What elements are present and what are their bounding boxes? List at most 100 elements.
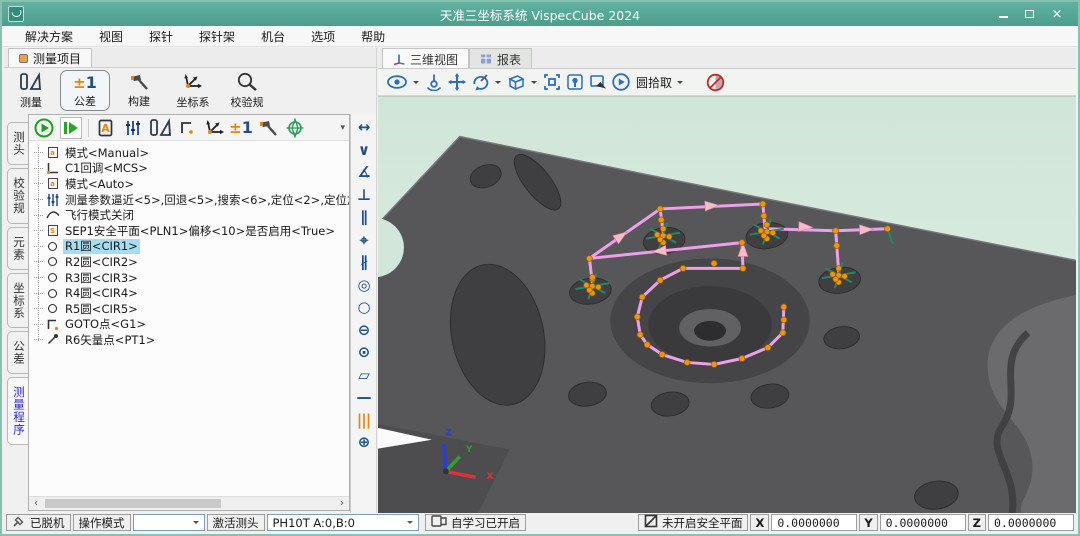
pick-mode-label[interactable]: 圆拾取: [636, 74, 672, 91]
orbit-icon[interactable]: [424, 71, 444, 93]
menu-item-6[interactable]: 选项: [298, 26, 348, 47]
tree-item[interactable]: R6矢量点<PT1>: [34, 332, 349, 348]
parallelism-icon[interactable]: ∥: [360, 209, 367, 225]
tolerance-icon[interactable]: ±1: [230, 117, 252, 139]
tab-3d-view[interactable]: 三维视图: [382, 48, 469, 68]
distance-icon[interactable]: ↔: [358, 119, 370, 135]
construct-icon[interactable]: [257, 117, 279, 139]
play-measure-icon[interactable]: [611, 71, 631, 93]
chevron-down-icon[interactable]: [677, 81, 683, 87]
tolerance-button[interactable]: ±1公差: [60, 70, 110, 111]
tree-item[interactable]: a模式<Auto>: [34, 176, 349, 192]
side-tab-3[interactable]: 元素: [7, 227, 28, 270]
verify-icon[interactable]: [284, 117, 306, 139]
side-tab-6[interactable]: 测量程序: [7, 377, 28, 445]
chevron-down-icon: [407, 521, 413, 527]
cylindricity-icon[interactable]: ⊖: [358, 322, 370, 338]
restore-button[interactable]: [1025, 10, 1034, 18]
side-tab-2[interactable]: 校验规: [7, 168, 28, 224]
circle-icon: [45, 273, 60, 282]
tree-item[interactable]: SSEP1安全平面<PLN1>偏移<10>是否启用<True>: [34, 223, 349, 239]
disable-probe-icon[interactable]: [705, 71, 725, 93]
scroll-left-icon[interactable]: ‹: [29, 497, 43, 510]
tree-item[interactable]: R5圆<CIR5>: [34, 301, 349, 317]
active-probe-select[interactable]: PH10T A:0,B:0: [267, 514, 419, 531]
coordinate-system-button[interactable]: 坐标系: [168, 70, 218, 111]
side-tab-5[interactable]: 公差: [7, 331, 28, 374]
tree-connector: [34, 215, 43, 216]
gauge-button[interactable]: 校验规: [222, 70, 272, 111]
goto-point-icon[interactable]: [176, 117, 198, 139]
path-waypoint: [659, 352, 665, 358]
tab-measurement-project[interactable]: 测量项目: [8, 48, 92, 67]
menu-item-2[interactable]: 视图: [86, 26, 136, 47]
cube-view-icon[interactable]: [506, 71, 526, 93]
minimize-button[interactable]: [999, 11, 1008, 18]
angle-v-icon[interactable]: ∨: [358, 142, 369, 158]
coordinate-system-icon[interactable]: [203, 117, 225, 139]
tree-item[interactable]: R4圆<CIR4>: [34, 285, 349, 301]
tree-item[interactable]: a模式<Manual>: [34, 145, 349, 161]
window-title: 天准三坐标系统 VispecCube 2024: [2, 5, 1078, 24]
path-waypoint: [833, 228, 839, 234]
3d-viewport[interactable]: XYZ: [378, 96, 1076, 513]
menu-item-5[interactable]: 机台: [248, 26, 298, 47]
runout-icon[interactable]: ⊙: [358, 344, 370, 360]
tree-item[interactable]: GOTO点<G1>: [34, 317, 349, 333]
toolbar-overflow-icon[interactable]: ▾: [340, 123, 345, 133]
fit-view-icon[interactable]: [542, 71, 562, 93]
measure-params-icon[interactable]: [122, 117, 144, 139]
offline-icon: [12, 514, 26, 531]
menu-item-3[interactable]: 探针: [136, 26, 186, 47]
menu-item-7[interactable]: 帮助: [348, 26, 398, 47]
angularity-icon[interactable]: ∦: [360, 254, 367, 270]
export-view-icon[interactable]: [588, 71, 608, 93]
chevron-down-icon[interactable]: [495, 81, 501, 87]
chevron-down-icon[interactable]: [531, 81, 537, 87]
locate-icon[interactable]: [565, 71, 585, 93]
perpendicularity-icon[interactable]: ⊥: [357, 187, 370, 203]
tree-item-label: 测量参数逼近<5>,回退<5>,搜索<6>,定位<2>,定位加<2>,测量: [63, 192, 349, 208]
tree-connector: [34, 230, 43, 231]
scroll-thumb[interactable]: [45, 499, 221, 508]
circularity-icon[interactable]: ○: [357, 299, 369, 315]
operation-mode-select[interactable]: [133, 514, 205, 531]
tree-item-label: R2圆<CIR2>: [63, 254, 140, 270]
symmetry-icon[interactable]: |||: [357, 412, 370, 428]
tree-item[interactable]: 飞行模式关闭: [34, 207, 349, 223]
view-options-icon[interactable]: [386, 71, 408, 93]
run-program-icon[interactable]: [33, 117, 55, 139]
tree-item[interactable]: 测量参数逼近<5>,回退<5>,搜索<6>,定位<2>,定位加<2>,测量: [34, 192, 349, 208]
side-tab-1[interactable]: 测头: [7, 122, 28, 165]
path-waypoint: [760, 201, 766, 207]
position-icon[interactable]: ⌖: [360, 232, 367, 248]
tree-item[interactable]: R1圆<CIR1>: [34, 239, 349, 255]
tree-item[interactable]: R2圆<CIR2>: [34, 254, 349, 270]
menu-item-4[interactable]: 探针架: [186, 26, 248, 47]
operation-mode-label: 操作模式: [73, 514, 131, 531]
path-waypoint: [680, 265, 686, 271]
measure-icon[interactable]: [149, 117, 171, 139]
menu-bar: 解决方案视图探针探针架机台选项帮助: [2, 26, 1078, 47]
construct-button[interactable]: 构建: [114, 70, 164, 111]
tree-item[interactable]: R3圆<CIR3>: [34, 270, 349, 286]
rotate-icon[interactable]: [470, 71, 490, 93]
pan-icon[interactable]: [447, 71, 467, 93]
chevron-down-icon[interactable]: [413, 81, 419, 87]
menu-item-1[interactable]: 解决方案: [12, 26, 86, 47]
close-button[interactable]: ×: [1050, 8, 1064, 20]
concentricity-icon[interactable]: ◎: [357, 277, 369, 293]
tab-report[interactable]: 报表: [469, 48, 532, 68]
angle-icon[interactable]: ∡: [357, 164, 369, 180]
run-from-cursor-icon[interactable]: [60, 117, 82, 139]
tree-hscrollbar[interactable]: ‹ ›: [29, 496, 349, 510]
scroll-right-icon[interactable]: ›: [335, 497, 349, 510]
tree-item-label: R6矢量点<PT1>: [63, 332, 157, 348]
tree-item[interactable]: C1回调<MCS>: [34, 161, 349, 177]
straightness-icon[interactable]: —: [357, 389, 371, 405]
measure-button[interactable]: 测量: [6, 70, 56, 111]
side-tab-4[interactable]: 坐标系: [7, 273, 28, 329]
flatness-icon[interactable]: ▱: [358, 367, 369, 383]
report-icon[interactable]: A: [95, 117, 117, 139]
total-runout-icon[interactable]: ⊕: [358, 434, 370, 450]
